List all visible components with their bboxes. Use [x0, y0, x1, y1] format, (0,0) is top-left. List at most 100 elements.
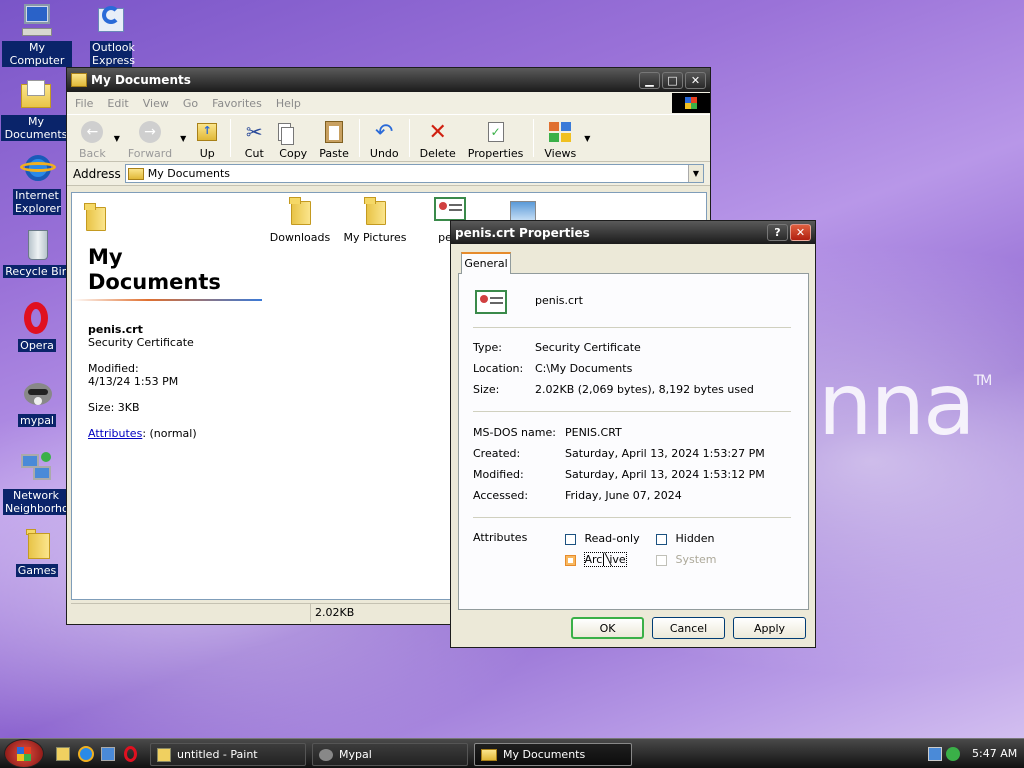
- recycle-bin-icon: [20, 228, 54, 262]
- menu-edit[interactable]: Edit: [107, 97, 128, 110]
- created-label: Created:: [473, 447, 521, 460]
- minimize-icon: ▁: [645, 73, 654, 87]
- task-paint[interactable]: untitled - Paint: [150, 743, 306, 766]
- up-button[interactable]: ↑ Up: [188, 116, 226, 160]
- copy-button[interactable]: Copy: [273, 116, 313, 160]
- forward-dropdown[interactable]: ▼: [180, 134, 186, 143]
- folder-icon: [71, 73, 87, 87]
- maximize-button[interactable]: □: [662, 71, 683, 89]
- back-dropdown[interactable]: ▼: [114, 134, 120, 143]
- views-icon: [547, 120, 573, 144]
- desktop-icon-mypal[interactable]: mypal: [2, 377, 72, 427]
- close-icon: ✕: [795, 226, 806, 239]
- raccoon-icon: [319, 748, 333, 761]
- clock[interactable]: 5:47 AM: [972, 747, 1017, 760]
- folder-icon: [364, 197, 386, 225]
- hidden-checkbox[interactable]: Hidden: [656, 532, 715, 545]
- properties-dialog[interactable]: penis.crt Properties ? ✕ General penis.c…: [450, 220, 816, 648]
- minimize-button[interactable]: ▁: [639, 71, 660, 89]
- archive-checkbox[interactable]: Archive: [565, 552, 627, 567]
- views-button[interactable]: Views: [538, 116, 582, 160]
- volume-tray-icon[interactable]: [946, 746, 960, 761]
- toolbar: ← Back ▼ → Forward ▼ ↑ Up ✂ Cut Copy Paste ↶…: [67, 114, 710, 162]
- brand-watermark: nnaTM: [818, 355, 992, 455]
- internet-explorer-icon: [20, 152, 56, 186]
- desktop-icon-label: Games: [15, 564, 59, 577]
- task-mypal[interactable]: Mypal: [312, 743, 468, 766]
- raccoon-icon: [20, 377, 54, 411]
- menu-help[interactable]: Help: [276, 97, 301, 110]
- desktop-icon-label: My Computer: [2, 41, 72, 67]
- desktop-icon-my-computer[interactable]: My Computer: [2, 4, 72, 67]
- desktop-icon-internet-explorer[interactable]: Internet Explorer: [2, 152, 72, 215]
- checkbox-box[interactable]: [565, 533, 576, 545]
- forward-arrow-icon: →: [137, 120, 163, 144]
- quicklaunch-ie-icon[interactable]: [78, 746, 94, 762]
- ok-button[interactable]: OK: [571, 617, 644, 639]
- close-button[interactable]: ✕: [790, 224, 811, 241]
- address-bar: Address My Documents ▼: [67, 162, 710, 186]
- paste-button[interactable]: Paste: [313, 116, 355, 160]
- attributes-link[interactable]: Attributes: [88, 427, 142, 440]
- modified-label: Modified:: [88, 362, 139, 375]
- desktop-icon-games[interactable]: Games: [2, 527, 72, 577]
- start-button[interactable]: [4, 739, 44, 768]
- window-title: My Documents: [91, 73, 191, 87]
- quicklaunch-paint-icon[interactable]: [56, 747, 70, 761]
- help-button[interactable]: ?: [767, 224, 788, 241]
- desktop-icon-recycle-bin[interactable]: Recycle Bin: [2, 228, 72, 278]
- undo-icon: ↶: [375, 119, 394, 145]
- desktop-icon-network-neighborhood[interactable]: Network Neighborhood: [1, 452, 82, 515]
- desktop-icon-my-documents[interactable]: My Documents: [1, 78, 71, 141]
- type-label: Type:: [473, 341, 502, 354]
- back-button[interactable]: ← Back: [73, 116, 112, 160]
- close-button[interactable]: ✕: [685, 71, 706, 89]
- menu-favorites[interactable]: Favorites: [212, 97, 262, 110]
- task-my-documents[interactable]: My Documents: [474, 743, 632, 766]
- desktop-icon-label: Outlook Express: [90, 41, 135, 67]
- delete-button[interactable]: ✕ Delete: [414, 116, 462, 161]
- views-dropdown[interactable]: ▼: [584, 134, 590, 143]
- address-label: Address: [73, 166, 121, 181]
- accessed-value: Friday, June 07, 2024: [565, 489, 682, 502]
- folder-item-downloads[interactable]: Downloads: [268, 197, 332, 244]
- properties-button[interactable]: ✓ Properties: [462, 116, 530, 160]
- copy-icon: [278, 120, 306, 145]
- attributes-label: Attributes: [473, 531, 528, 544]
- dialog-titlebar[interactable]: penis.crt Properties ? ✕: [451, 221, 815, 244]
- desktop-icon-label: My Documents: [1, 115, 71, 141]
- properties-icon: ✓: [483, 120, 509, 144]
- address-dropdown[interactable]: ▼: [688, 165, 703, 182]
- desktop-icon-label: Opera: [18, 339, 56, 352]
- file-name-field[interactable]: penis.crt: [535, 294, 583, 307]
- type-value: Security Certificate: [535, 341, 641, 354]
- desktop-icon-outlook-express[interactable]: Outlook Express: [76, 4, 146, 67]
- checkbox-box[interactable]: [565, 554, 576, 566]
- quicklaunch-opera-icon[interactable]: [124, 746, 137, 762]
- readonly-checkbox[interactable]: Read-only: [565, 532, 640, 545]
- folder-item-my-pictures[interactable]: My Pictures: [342, 197, 408, 244]
- clipboard-icon: [321, 120, 347, 144]
- network-tray-icon[interactable]: [928, 746, 942, 761]
- forward-button[interactable]: → Forward: [122, 116, 178, 160]
- size-label: Size:: [473, 383, 500, 396]
- location-label: Location:: [473, 362, 524, 375]
- tab-general[interactable]: General: [461, 252, 511, 274]
- cancel-button[interactable]: Cancel: [652, 617, 725, 639]
- selected-file-name: penis.crt: [88, 323, 143, 336]
- desktop-icon-opera[interactable]: Opera: [2, 302, 72, 352]
- folder-icon: [481, 748, 497, 761]
- address-input[interactable]: My Documents ▼: [124, 164, 704, 183]
- undo-button[interactable]: ↶ Undo: [364, 116, 405, 161]
- apply-button[interactable]: Apply: [733, 617, 806, 639]
- quicklaunch-outlook-icon[interactable]: [101, 747, 115, 761]
- cut-button[interactable]: ✂ Cut: [235, 116, 273, 160]
- menu-file[interactable]: File: [75, 97, 93, 110]
- status-size: 2.02KB: [315, 606, 355, 619]
- menu-go[interactable]: Go: [183, 97, 198, 110]
- checkbox-box[interactable]: [656, 533, 667, 545]
- menu-view[interactable]: View: [143, 97, 169, 110]
- explorer-titlebar[interactable]: My Documents ▁ □ ✕: [67, 68, 710, 92]
- modified-value: 4/13/24 1:53 PM: [88, 375, 179, 388]
- help-icon: ?: [774, 226, 781, 239]
